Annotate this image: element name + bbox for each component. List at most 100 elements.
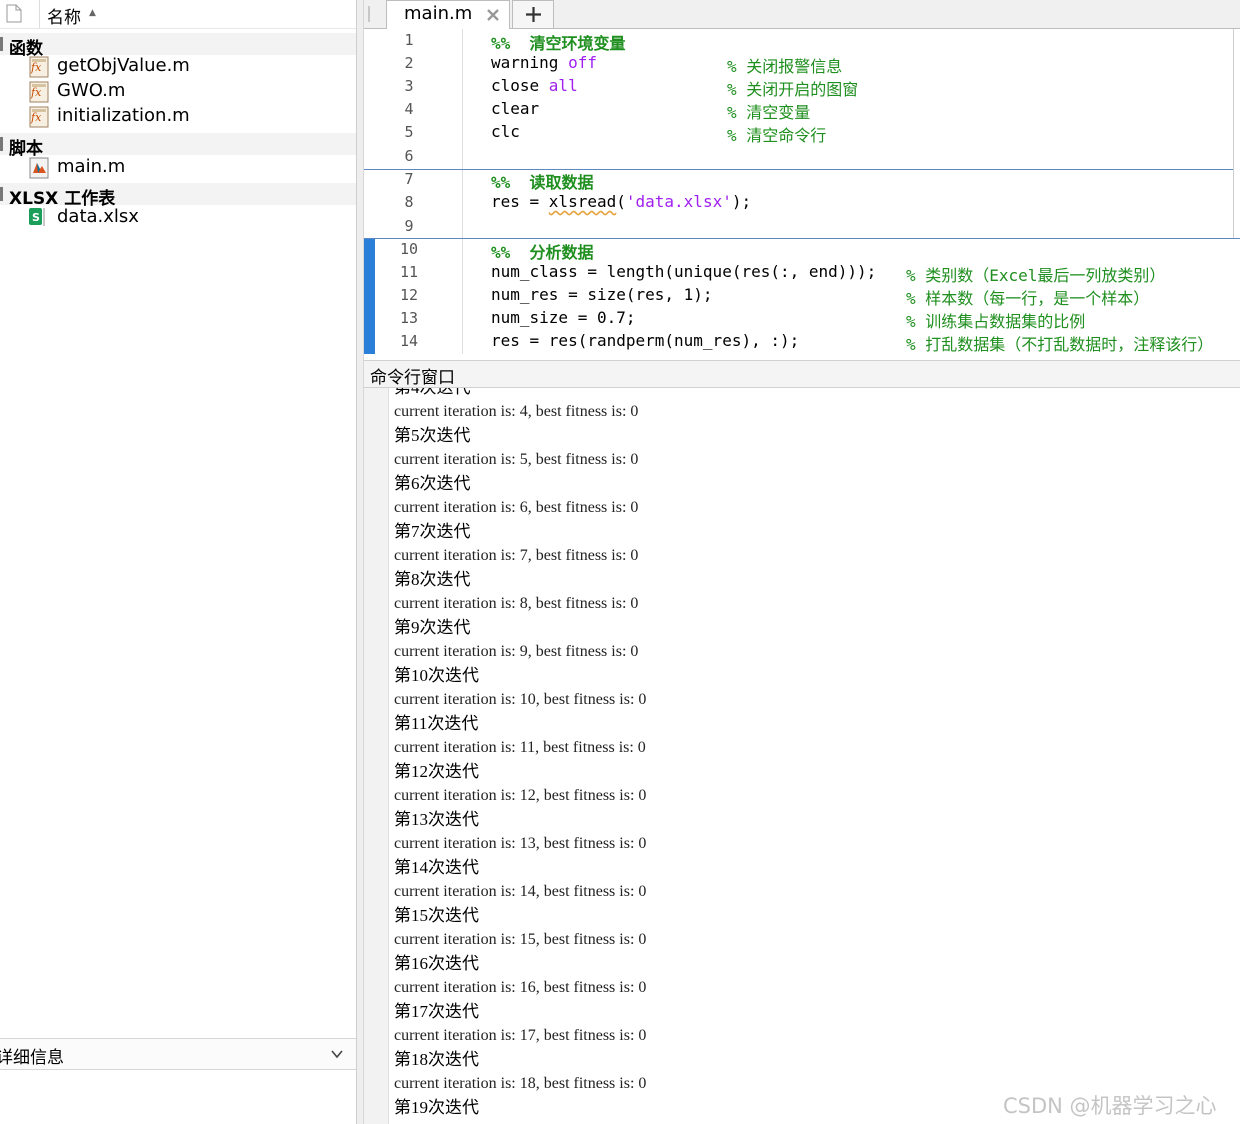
line-number: 13 bbox=[399, 309, 419, 327]
sort-ascending-icon[interactable]: ▲ bbox=[89, 8, 96, 18]
iteration-output-line: current iteration is: 10, best fitness i… bbox=[394, 691, 647, 708]
code-line[interactable]: 7 %% 读取数据 bbox=[364, 168, 1240, 192]
line-number: 5 bbox=[404, 123, 414, 141]
command-window-margin bbox=[364, 388, 389, 1124]
file-type-column-icon[interactable] bbox=[6, 4, 22, 23]
code-text: close bbox=[491, 76, 549, 95]
file-name: GWO.m bbox=[57, 80, 126, 101]
code-comment: % 关闭报警信息 bbox=[727, 57, 843, 76]
code-text: clc bbox=[491, 122, 520, 141]
details-panel-header[interactable]: 详细信息 bbox=[0, 1038, 356, 1070]
function-call: xlsread bbox=[548, 192, 617, 211]
code-comment: % 训练集占数据集的比例 bbox=[906, 312, 1086, 331]
command-window-header[interactable]: 命令行窗口 bbox=[364, 360, 1240, 388]
code-line[interactable]: 11 num_class = length(unique(res(:, end)… bbox=[364, 261, 1240, 285]
code-line[interactable]: 2 warning off % 关闭报警信息 bbox=[364, 52, 1240, 76]
function-file-icon: fx bbox=[27, 104, 51, 128]
group-collapse-marker bbox=[0, 187, 3, 201]
code-line[interactable]: 13 num_size = 0.7; % 训练集占数据集的比例 bbox=[364, 307, 1240, 331]
command-window-title: 命令行窗口 bbox=[370, 368, 455, 388]
code-line[interactable]: 10 %% 分析数据 bbox=[364, 238, 1240, 262]
code-comment: % 类别数（Excel最后一列放类别） bbox=[906, 266, 1166, 285]
file-browser-header: 名称 ▲ bbox=[0, 0, 356, 29]
iteration-heading: 第11次迭代 bbox=[394, 714, 479, 733]
group-functions[interactable]: 函数 bbox=[0, 33, 356, 59]
code-line[interactable]: 5 clc % 清空命令行 bbox=[364, 121, 1240, 145]
code-text: warning bbox=[491, 53, 569, 72]
iteration-heading: 第16次迭代 bbox=[394, 954, 479, 973]
line-number: 1 bbox=[404, 31, 414, 49]
line-number: 14 bbox=[399, 332, 419, 350]
code-line[interactable]: 14 res = res(randperm(num_res), :); % 打乱… bbox=[364, 330, 1240, 354]
command-window: 第4次迭代current iteration is: 4, best fitne… bbox=[364, 354, 1240, 1124]
code-text: close all bbox=[491, 76, 578, 95]
iteration-heading: 第6次迭代 bbox=[394, 474, 471, 493]
iteration-output-line: current iteration is: 17, best fitness i… bbox=[394, 1027, 647, 1044]
line-number: 11 bbox=[399, 263, 419, 281]
code-line[interactable]: 9 bbox=[364, 215, 1240, 238]
code-text: res = xlsread('data.xlsx'); bbox=[491, 192, 751, 211]
iteration-heading: 第17次迭代 bbox=[394, 1002, 479, 1021]
line-number: 4 bbox=[404, 100, 414, 118]
file-browser-panel: 名称 ▲ 函数 fx getObjValue.m fx GWO.m fx ini… bbox=[0, 0, 356, 1124]
iteration-heading: 第13次迭代 bbox=[394, 810, 479, 829]
plus-icon bbox=[525, 6, 542, 23]
section-title: %% 读取数据 bbox=[491, 173, 594, 192]
close-icon[interactable] bbox=[485, 7, 501, 23]
code-comment: % 清空变量 bbox=[727, 103, 811, 122]
code-line[interactable]: 12 num_res = size(res, 1); % 样本数（每一行，是一个… bbox=[364, 284, 1240, 308]
script-file-icon bbox=[27, 155, 51, 179]
iteration-heading: 第12次迭代 bbox=[394, 762, 479, 781]
file-item-main[interactable]: main.m bbox=[0, 155, 356, 180]
tab-bar-grip[interactable] bbox=[368, 6, 370, 22]
iteration-heading: 第9次迭代 bbox=[394, 618, 471, 637]
iteration-output-line: current iteration is: 12, best fitness i… bbox=[394, 787, 647, 804]
line-number: 12 bbox=[399, 286, 419, 304]
code-line[interactable]: 4 clear % 清空变量 bbox=[364, 98, 1240, 122]
new-tab-button[interactable] bbox=[512, 0, 554, 28]
file-item-initialization[interactable]: fx initialization.m bbox=[0, 104, 356, 129]
chevron-down-icon[interactable] bbox=[330, 1046, 344, 1060]
name-column-header[interactable]: 名称 bbox=[47, 3, 81, 28]
watermark: CSDN @机器学习之心 bbox=[1003, 1094, 1217, 1118]
iteration-heading: 第15次迭代 bbox=[394, 906, 479, 925]
keyword: all bbox=[548, 76, 578, 95]
code-comment: % 打乱数据集（不打乱数据时，注释该行） bbox=[906, 335, 1214, 354]
file-item-data-xlsx[interactable]: S data.xlsx bbox=[0, 205, 356, 230]
code-comment: % 关闭开启的图窗 bbox=[727, 80, 859, 99]
iteration-heading: 第10次迭代 bbox=[394, 666, 479, 685]
section-title: %% 分析数据 bbox=[491, 243, 594, 262]
file-name: main.m bbox=[57, 156, 126, 177]
code-text: warning off bbox=[491, 53, 597, 72]
code-editor[interactable]: 1 %% 清空环境变量 2 warning off % 关闭报警信息 3 clo… bbox=[364, 29, 1240, 354]
line-number: 6 bbox=[404, 147, 414, 165]
editor-tab-bar: main.m bbox=[364, 0, 1240, 29]
section-title: %% 清空环境变量 bbox=[491, 34, 626, 53]
file-name: getObjValue.m bbox=[57, 55, 190, 76]
group-xlsx[interactable]: XLSX 工作表 bbox=[0, 183, 356, 209]
code-text: clear bbox=[491, 99, 540, 118]
file-item-gwo[interactable]: fx GWO.m bbox=[0, 79, 356, 104]
code-line[interactable]: 6 bbox=[364, 145, 1240, 168]
command-output[interactable]: 第4次迭代current iteration is: 4, best fitne… bbox=[394, 376, 1234, 1124]
details-label: 详细信息 bbox=[0, 1048, 64, 1068]
code-line[interactable]: 1 %% 清空环境变量 bbox=[364, 29, 1240, 53]
code-text: num_res = size(res, 1); bbox=[491, 285, 713, 304]
line-number: 8 bbox=[404, 193, 414, 211]
iteration-heading: 第14次迭代 bbox=[394, 858, 479, 877]
tab-label: main.m bbox=[404, 3, 473, 24]
code-line[interactable]: 8 res = xlsread('data.xlsx'); bbox=[364, 191, 1240, 214]
function-file-icon: fx bbox=[27, 79, 51, 103]
iteration-output-line: current iteration is: 9, best fitness is… bbox=[394, 643, 639, 660]
line-number: 7 bbox=[404, 170, 414, 188]
code-text: ); bbox=[731, 192, 752, 211]
group-scripts[interactable]: 脚本 bbox=[0, 133, 356, 159]
column-separator[interactable] bbox=[39, 0, 40, 28]
file-item-getobjvalue[interactable]: fx getObjValue.m bbox=[0, 54, 356, 79]
code-text: ( bbox=[616, 192, 626, 211]
spreadsheet-file-icon: S bbox=[27, 205, 51, 229]
code-line[interactable]: 3 close all % 关闭开启的图窗 bbox=[364, 75, 1240, 99]
panel-splitter[interactable] bbox=[356, 0, 364, 1124]
editor-panel: main.m 1 %% 清空环境变量 2 warning off % 关闭报警信… bbox=[364, 0, 1240, 354]
tab-main-m[interactable]: main.m bbox=[386, 0, 510, 29]
